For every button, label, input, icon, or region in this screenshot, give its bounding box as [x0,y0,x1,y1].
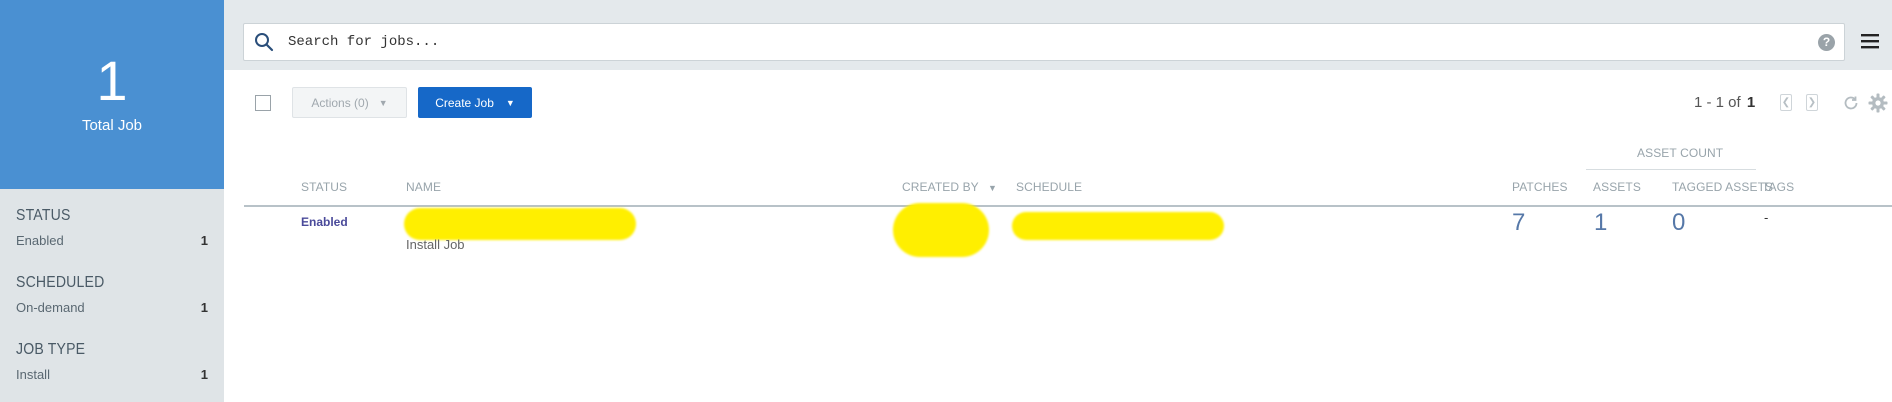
select-all-checkbox[interactable] [255,95,271,111]
actions-button[interactable]: Actions (0) ▼ [292,87,407,118]
facet-title-job-type: JOB TYPE [16,341,86,358]
column-header-schedule[interactable]: SCHEDULE [1016,180,1082,194]
column-header-status[interactable]: STATUS [301,180,347,194]
gear-icon[interactable] [1868,93,1888,113]
redacted-schedule [1012,212,1224,240]
facet-option-label: On-demand [16,300,85,315]
actions-button-label: Actions (0) [311,95,369,110]
search-icon [255,33,274,52]
redacted-created-by [893,203,989,257]
facet-option-on-demand[interactable]: On-demand 1 [16,300,208,315]
create-job-button[interactable]: Create Job ▼ [418,87,532,118]
facet-title-status: STATUS [16,207,71,224]
total-job-count: 1 [96,49,128,112]
help-icon[interactable]: ? [1818,33,1835,51]
table-header-divider [244,205,1892,207]
chevron-left-icon: ❮ [1781,97,1791,108]
row-tags: - [1764,210,1769,225]
hamburger-menu-icon[interactable] [1861,33,1879,49]
column-header-tagged-assets[interactable]: TAGGED ASSETS [1672,180,1773,194]
sidebar: 1 Total Job STATUS Enabled 1 SCHEDULED O… [0,0,224,402]
column-header-created-by[interactable]: CREATED BY ▼ [902,180,997,194]
search-bar-area: ? [224,0,1892,70]
total-job-label: Total Job [81,117,143,134]
pagination-info: 1 - 1 of 1 [1694,94,1755,111]
column-header-tags[interactable]: TAGS [1762,180,1794,194]
facet-option-label: Install [16,367,50,382]
previous-page-button[interactable]: ❮ [1780,94,1792,111]
column-header-patches[interactable]: PATCHES [1512,180,1568,194]
chevron-down-icon: ▼ [378,97,388,108]
facet-option-count: 1 [200,233,208,248]
row-patches-count[interactable]: 7 [1512,209,1525,237]
row-tagged-assets-count[interactable]: 0 [1672,209,1685,237]
create-job-button-label: Create Job [435,95,494,110]
facet-status: STATUS Enabled 1 [0,207,224,248]
asset-count-group-header: ASSET COUNT [1637,146,1724,160]
next-page-button[interactable]: ❯ [1806,94,1818,111]
facet-scheduled: SCHEDULED On-demand 1 [0,274,224,315]
total-job-summary: 1 Total Job [0,0,224,189]
column-header-name[interactable]: NAME [406,180,441,194]
redacted-job-name [404,208,636,240]
search-input[interactable] [288,34,1818,50]
search-box[interactable]: ? [243,23,1845,61]
facet-option-enabled[interactable]: Enabled 1 [16,233,208,248]
refresh-icon[interactable] [1842,94,1860,112]
facet-title-scheduled: SCHEDULED [16,274,105,291]
pagination-total: 1 [1746,94,1756,111]
sort-descending-icon: ▼ [988,183,998,193]
facet-option-install[interactable]: Install 1 [16,367,208,382]
column-header-assets[interactable]: ASSETS [1593,180,1641,194]
row-job-type: Install Job [406,237,465,252]
pagination-range: 1 - 1 of [1694,94,1741,111]
row-assets-count[interactable]: 1 [1594,209,1607,237]
facet-option-label: Enabled [16,233,64,248]
facet-option-count: 1 [200,300,208,315]
row-status: Enabled [301,215,348,229]
facet-job-type: JOB TYPE Install 1 [0,341,224,382]
column-header-created-by-label: CREATED BY [902,180,979,194]
chevron-right-icon: ❯ [1807,97,1817,108]
chevron-down-icon: ▼ [505,97,515,108]
facet-option-count: 1 [200,367,208,382]
group-header-divider [1586,169,1756,170]
